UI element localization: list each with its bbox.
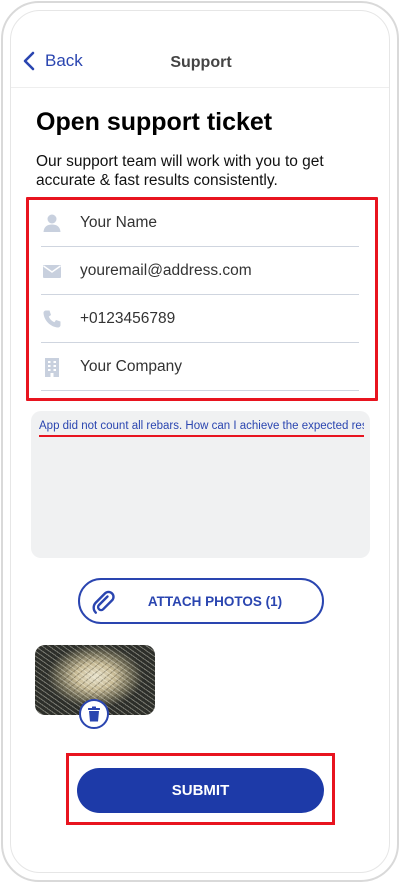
phone-input[interactable] — [80, 310, 340, 328]
submit-button[interactable]: SUBMIT — [77, 768, 324, 813]
message-text: App did not count all rebars. How can I … — [39, 420, 364, 432]
phone-field-row — [41, 296, 359, 343]
nav-bar: Back Support — [11, 49, 389, 79]
attach-photos-label: ATTACH PHOTOS (1) — [147, 593, 283, 609]
contact-form — [26, 197, 378, 401]
person-icon — [42, 213, 62, 233]
nav-divider — [11, 87, 389, 88]
attach-photos-button[interactable]: ATTACH PHOTOS (1) — [78, 578, 324, 624]
message-textarea[interactable]: App did not count all rebars. How can I … — [31, 411, 370, 558]
company-field-row — [41, 344, 359, 391]
spellcheck-underline — [39, 435, 364, 437]
trash-icon — [88, 706, 100, 722]
page-nav-title: Support — [170, 54, 232, 71]
company-input[interactable] — [80, 358, 340, 376]
page-subtitle: Our support team will work with you to g… — [36, 153, 324, 189]
page-title: Open support ticket — [36, 108, 273, 136]
delete-photo-button[interactable] — [79, 699, 109, 729]
mail-icon — [42, 261, 62, 281]
email-field-row — [41, 248, 359, 295]
building-icon — [42, 357, 62, 377]
screen: Back Support Open support ticket Our sup… — [10, 10, 390, 873]
name-field-row — [41, 200, 359, 247]
name-input[interactable] — [80, 214, 340, 232]
phone-icon — [42, 309, 62, 329]
email-input[interactable] — [80, 262, 340, 280]
